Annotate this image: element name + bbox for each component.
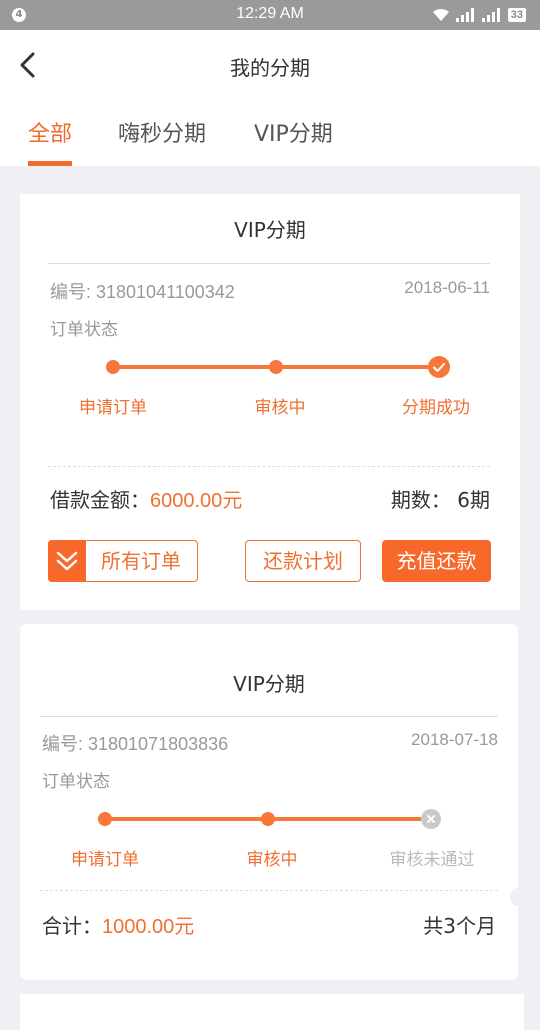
- divider: [48, 263, 490, 264]
- tab-all[interactable]: 全部: [28, 116, 73, 166]
- tab-hi-second[interactable]: 嗨秒分期: [118, 116, 206, 166]
- step-label: 审核未通过: [389, 850, 475, 870]
- signal-icon: [481, 8, 500, 22]
- order-card: VIP分期 编号: 31801071803836 2018-07-18 订单状态…: [20, 624, 518, 980]
- step-label: 申请订单: [79, 398, 147, 418]
- step-label: 申请订单: [71, 850, 139, 870]
- tab-label: 嗨秒分期: [118, 122, 207, 147]
- divider: [40, 716, 498, 717]
- order-number: 编号: 31801071803836: [42, 734, 229, 754]
- signal-icon: [455, 8, 474, 22]
- total-amount: 合计：1000.00元: [42, 910, 194, 939]
- tab-bar: 全部 嗨秒分期 VIP分期: [0, 102, 540, 166]
- chevrons-down-icon: [48, 540, 86, 582]
- step-label: 审核中: [246, 850, 298, 870]
- period-value: 6期: [457, 488, 490, 512]
- repay-plan-button[interactable]: 还款计划: [245, 540, 361, 582]
- dashed-divider: [48, 466, 490, 467]
- card-notch: [0, 888, 9, 906]
- period-label: 期数：: [390, 488, 451, 512]
- step-label: 审核中: [254, 398, 306, 418]
- step-dot: [98, 812, 112, 826]
- order-card: VIP分期 编号: 31801041100342 2018-06-11 订单状态…: [20, 194, 520, 610]
- order-number: 编号: 31801041100342: [50, 282, 235, 302]
- order-date: 2018-06-11: [404, 278, 490, 297]
- period-count: 期数： 6期: [391, 484, 490, 513]
- all-orders-button[interactable]: 所有订单: [48, 540, 198, 582]
- close-icon: [421, 809, 441, 829]
- step-label: 分期成功: [402, 398, 470, 418]
- order-date: 2018-07-18: [411, 730, 498, 749]
- tab-label: 全部: [28, 122, 73, 147]
- page-title: 我的分期: [230, 56, 310, 80]
- step-dot: [269, 360, 283, 374]
- loan-amount-label: 借款金额：: [50, 488, 150, 512]
- step-dot: [106, 360, 120, 374]
- wifi-icon: [432, 8, 449, 21]
- nav-bar: 我的分期: [0, 30, 540, 102]
- check-icon: [428, 356, 450, 378]
- total-label: 合计：: [42, 914, 102, 938]
- all-orders-label: 所有订单: [101, 549, 181, 573]
- step-dot: [261, 812, 275, 826]
- battery-icon: 33: [507, 8, 526, 22]
- dashed-divider: [40, 890, 498, 891]
- card-title: VIP分期: [234, 218, 306, 242]
- order-status-label: 订单状态: [50, 320, 118, 340]
- tab-label: VIP分期: [254, 122, 333, 147]
- card-notch: [510, 888, 524, 906]
- loan-amount-value: 6000.00元: [150, 490, 243, 512]
- tab-vip[interactable]: VIP分期: [254, 116, 333, 166]
- status-indicators: 33: [432, 7, 526, 23]
- total-value: 1000.00元: [102, 916, 195, 938]
- months-count: 共3个月: [423, 914, 496, 938]
- order-card: [20, 994, 524, 1030]
- loan-amount: 借款金额：6000.00元: [50, 484, 242, 513]
- card-title: VIP分期: [233, 672, 305, 696]
- recharge-repay-button[interactable]: 充值还款: [382, 540, 491, 582]
- order-status-label: 订单状态: [42, 772, 110, 792]
- tab-active-indicator: [28, 161, 73, 166]
- status-bar: 4 12:29 AM 33: [0, 0, 540, 30]
